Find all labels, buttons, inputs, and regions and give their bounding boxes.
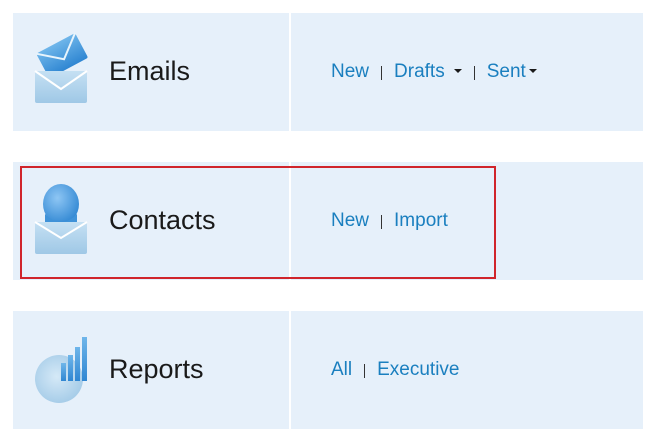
reports-all-link[interactable]: All (331, 357, 352, 383)
card-divider (289, 13, 291, 131)
reports-title: Reports (109, 354, 204, 384)
reports-executive-link[interactable]: Executive (377, 357, 459, 383)
chevron-down-icon[interactable] (528, 69, 537, 73)
emails-title: Emails (109, 56, 191, 86)
card-divider (289, 311, 291, 429)
dashboard-page: Emails New Drafts Sent Contacts New Impo… (0, 0, 652, 444)
emails-card: Emails New Drafts Sent (13, 13, 643, 131)
emails-drafts-link[interactable]: Drafts (394, 59, 445, 85)
chevron-down-icon[interactable] (453, 69, 462, 73)
emails-links: New Drafts Sent (331, 59, 537, 85)
link-separator (364, 364, 366, 378)
emails-sent-link[interactable]: Sent (487, 59, 526, 85)
link-separator (381, 66, 383, 80)
bar-pie-chart-icon (33, 329, 89, 405)
contacts-highlight-box (20, 166, 496, 279)
link-separator (473, 66, 475, 80)
reports-card: Reports All Executive (13, 311, 643, 429)
emails-new-link[interactable]: New (331, 59, 369, 85)
reports-links: All Executive (331, 357, 460, 383)
envelope-icon (33, 31, 89, 107)
